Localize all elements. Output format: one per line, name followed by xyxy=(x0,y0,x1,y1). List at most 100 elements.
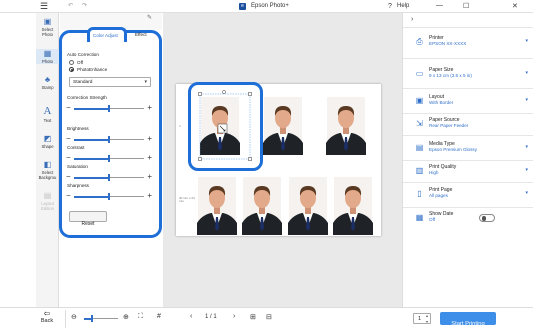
undo-icon[interactable]: ↶ xyxy=(68,0,73,13)
selected-photo-highlight xyxy=(188,82,263,171)
correction-strength-slider[interactable]: − + xyxy=(66,103,152,112)
setting-show-date[interactable]: ▦ Show Date Off xyxy=(403,207,533,231)
grid-icon[interactable]: # xyxy=(157,313,161,320)
layout-icon: ▣ xyxy=(415,96,424,105)
setting-printer[interactable]: ⎙ Printer EPSON XX-XXXX ▾ xyxy=(403,31,533,55)
chevron-down-icon: ▾ xyxy=(525,70,528,76)
nav-item-stamp[interactable]: ♣ Stamp xyxy=(36,75,59,90)
setting-media-type[interactable]: ▤ Media Type Epson Premium Glossy ▾ xyxy=(403,137,533,161)
stepper-icon[interactable]: ▴ ▾ xyxy=(426,313,428,325)
slider-handle[interactable] xyxy=(108,193,110,200)
start-printing-button[interactable]: Start Printing xyxy=(440,312,496,327)
plus-icon[interactable]: + xyxy=(147,172,152,181)
chevron-down-icon: ▾ xyxy=(525,38,528,44)
photo-thumbnail[interactable] xyxy=(197,177,237,235)
divider xyxy=(403,135,533,136)
setting-paper-source[interactable]: ⇲ Paper Source Rear Paper Feeder xyxy=(403,113,533,137)
mode-select[interactable]: Standard ▾ xyxy=(69,77,151,87)
close-icon[interactable]: ✕ xyxy=(512,0,518,13)
setting-print-page[interactable]: ▯ Print Page All pages ▾ xyxy=(403,183,533,207)
nav-item-photo[interactable]: ▦ Photo xyxy=(36,49,59,64)
nav-item-shape[interactable]: ◩ Shape xyxy=(36,134,59,149)
app-logo-icon: e xyxy=(239,3,246,10)
zoom-out-icon[interactable]: ⊖ xyxy=(71,313,77,321)
left-nav: ▣ Select Photo ▦ Photo ♣ Stamp A Text ◩ … xyxy=(36,13,59,307)
show-date-toggle[interactable] xyxy=(479,214,495,222)
zoom-slider[interactable] xyxy=(84,315,118,322)
plus-icon[interactable]: + xyxy=(147,134,152,143)
nav-item-text[interactable]: A Text xyxy=(36,106,59,124)
tab-color-adjust[interactable]: Color Adjust xyxy=(87,27,127,42)
next-page-icon[interactable]: › xyxy=(233,313,235,320)
plus-icon[interactable]: + xyxy=(147,191,152,200)
chevron-down-icon: ▾ xyxy=(525,167,528,173)
media-type-icon: ▤ xyxy=(415,143,424,152)
radio-dot xyxy=(71,69,74,72)
photo-thumbnail[interactable] xyxy=(263,97,303,155)
prev-page-icon[interactable]: ‹ xyxy=(190,313,192,320)
copies-input[interactable]: 1 ▴ ▾ xyxy=(413,313,431,324)
maximize-icon[interactable]: ☐ xyxy=(463,0,469,13)
add-page-icon[interactable]: ⊞ xyxy=(250,313,256,321)
radio-off[interactable] xyxy=(69,60,74,65)
minus-icon[interactable]: − xyxy=(66,153,71,162)
slider-label: Brightness xyxy=(67,126,89,131)
stamp-icon: ♣ xyxy=(44,75,51,84)
help-label[interactable]: Help xyxy=(397,0,409,13)
layout-edition-icon: ▤ xyxy=(43,191,52,200)
zoom-in-icon[interactable]: ⊕ xyxy=(123,313,129,321)
minus-icon[interactable]: − xyxy=(66,172,71,181)
paper-size-icon: ▭ xyxy=(415,69,424,78)
nav-label: Select Photo xyxy=(41,27,54,37)
back-button[interactable]: ⇦ Back xyxy=(37,309,57,329)
setting-print-quality[interactable]: ▥ Print Quality High ▾ xyxy=(403,160,533,184)
redo-icon[interactable]: ↷ xyxy=(82,0,87,13)
nav-item-select-background[interactable]: ◧ Select Backgrou xyxy=(36,160,59,180)
nav-label: Shape xyxy=(41,144,54,149)
nav-item-layout-edition[interactable]: ▤ Layout Edition xyxy=(36,191,59,211)
slider-handle[interactable] xyxy=(108,136,110,143)
setting-layout[interactable]: ▣ Layout With Border ▾ xyxy=(403,90,533,114)
plus-icon[interactable]: + xyxy=(147,153,152,162)
slider-handle[interactable] xyxy=(108,105,110,112)
slider-label: Correction Strength xyxy=(67,95,107,100)
radio-photoenhance-label: PhotoEnhance xyxy=(77,67,108,72)
slider-handle[interactable] xyxy=(108,174,110,181)
minus-icon[interactable]: − xyxy=(66,134,71,143)
photo-thumbnail[interactable] xyxy=(242,177,282,235)
reset-button[interactable]: Reset xyxy=(69,211,107,227)
menu-icon[interactable]: ☰ xyxy=(40,0,48,13)
brightness-slider[interactable]: − + xyxy=(66,134,152,143)
paper-source-icon: ⇲ xyxy=(416,119,423,128)
minimize-icon[interactable]: — xyxy=(436,0,443,12)
slider-fill xyxy=(74,138,109,141)
saturation-slider[interactable]: − + xyxy=(66,172,152,181)
delete-page-icon[interactable]: ⊟ xyxy=(266,313,272,321)
app-title: Epson Photo+ xyxy=(251,3,289,9)
contrast-slider[interactable]: − + xyxy=(66,153,152,162)
print-page-icon: ▯ xyxy=(417,189,422,198)
plus-icon[interactable]: + xyxy=(147,103,152,112)
zoom-handle[interactable] xyxy=(91,315,93,322)
divider xyxy=(65,310,66,328)
fit-screen-icon[interactable]: ⛶ xyxy=(138,313,143,321)
help-icon[interactable]: ? xyxy=(388,0,392,13)
chevron-right-icon[interactable]: › xyxy=(411,16,413,23)
photo-thumbnail[interactable] xyxy=(333,177,373,235)
photo-thumbnail[interactable] xyxy=(326,97,366,155)
nav-label: Select Backgrou xyxy=(38,170,57,180)
divider xyxy=(403,88,533,89)
tab-effect[interactable]: Effect xyxy=(128,29,158,42)
sharpness-slider[interactable]: − + xyxy=(66,191,152,200)
setting-paper-size[interactable]: ▭ Paper Size 9 x 13 cm (3.5 x 5 in) ▾ xyxy=(403,63,533,87)
divider xyxy=(403,27,533,28)
photo-thumbnail[interactable] xyxy=(288,177,328,235)
nav-label: Stamp xyxy=(41,85,54,90)
minus-icon[interactable]: − xyxy=(66,191,71,200)
nav-item-select-photo[interactable]: ▣ Select Photo xyxy=(36,17,59,37)
auto-correction-label: Auto Correction xyxy=(67,52,99,57)
slider-fill xyxy=(74,157,109,160)
slider-handle[interactable] xyxy=(108,155,110,162)
radio-photoenhance[interactable] xyxy=(69,67,74,72)
minus-icon[interactable]: − xyxy=(66,103,71,112)
